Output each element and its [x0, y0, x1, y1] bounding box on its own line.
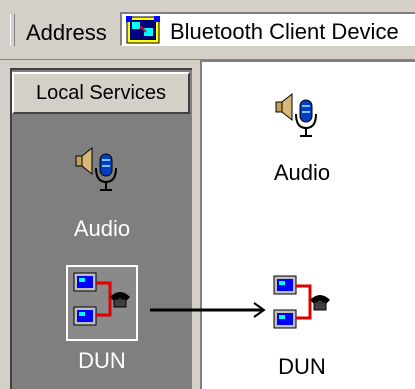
- address-bar: Address Bluetooth Client Device: [0, 0, 415, 60]
- right-dun-label: DUN: [278, 354, 326, 379]
- address-field[interactable]: Bluetooth Client Device: [120, 12, 415, 46]
- arrow-icon: [150, 302, 266, 318]
- audio-speaker-mic-icon[interactable]: [70, 140, 126, 196]
- address-label: Address: [26, 20, 107, 45]
- left-dun-label: DUN: [78, 348, 126, 373]
- bluetooth-folder-icon: [126, 16, 160, 44]
- local-services-header[interactable]: Local Services: [12, 72, 190, 114]
- left-audio-label: Audio: [73, 216, 131, 241]
- dial-up-network-icon[interactable]: [270, 272, 334, 340]
- window: Address Bluetooth Client Device Local Se…: [0, 0, 415, 389]
- dial-up-network-icon: [73, 272, 130, 326]
- right-audio-label: Audio: [273, 160, 331, 185]
- left-dun-selected-frame[interactable]: [66, 265, 138, 341]
- address-value: Bluetooth Client Device: [170, 19, 399, 44]
- toolbar-grip[interactable]: [10, 14, 15, 46]
- audio-speaker-mic-icon[interactable]: [270, 86, 326, 142]
